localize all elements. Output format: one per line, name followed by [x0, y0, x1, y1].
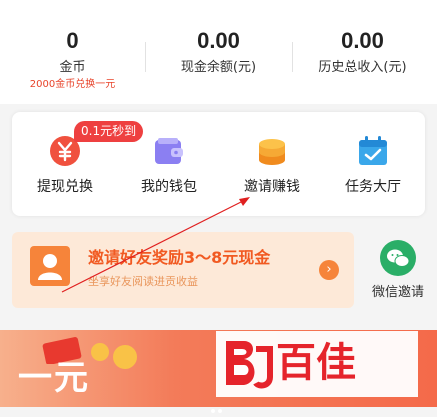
baijia-watermark: 百佳	[216, 331, 418, 397]
coin-icon	[113, 345, 137, 369]
carousel-indicator	[211, 398, 231, 413]
baijia-wordmark: 百佳	[276, 340, 356, 386]
promo-text: 一元	[18, 358, 90, 398]
baijia-logo-icon	[226, 341, 273, 389]
